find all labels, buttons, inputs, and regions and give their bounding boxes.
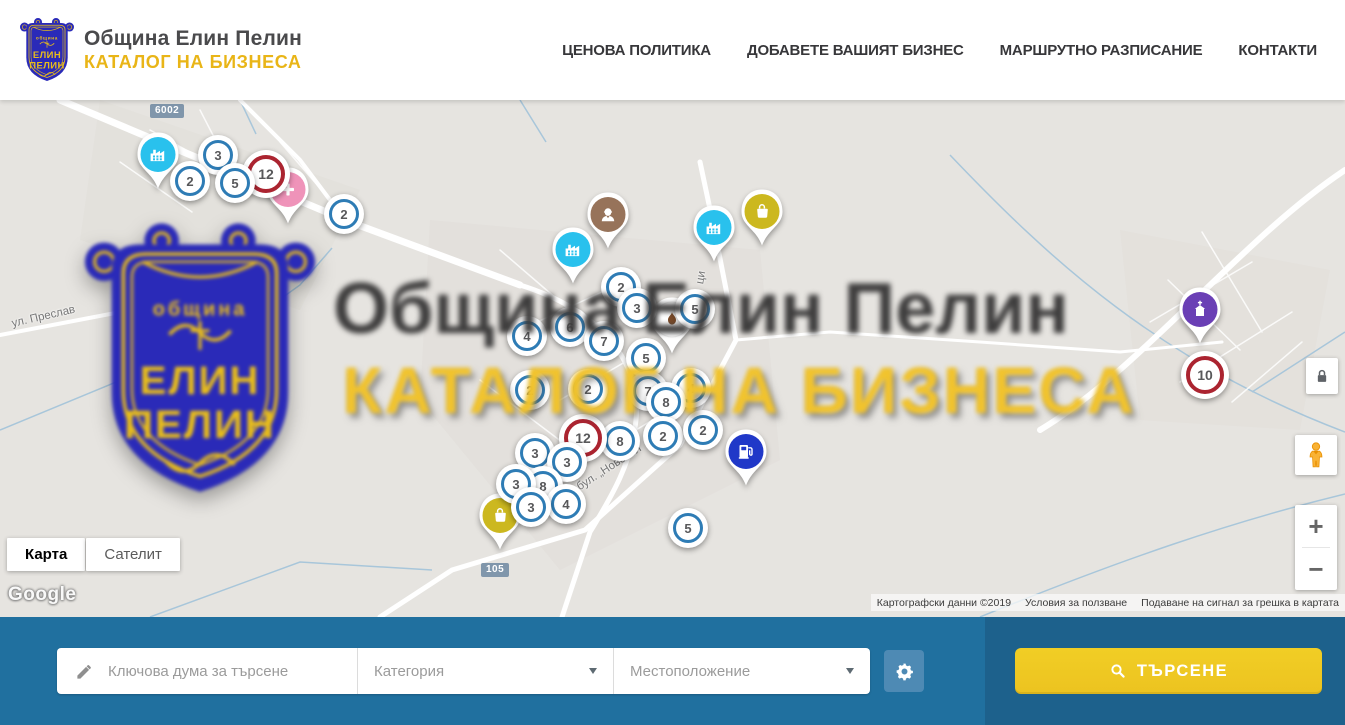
street-label: ци — [694, 270, 708, 285]
lock-button[interactable] — [1306, 358, 1338, 394]
search-bar: Категория Местоположение ТЪРСЕНЕ — [0, 617, 1345, 725]
search-button-label: ТЪРСЕНЕ — [1137, 662, 1228, 681]
chevron-down-icon — [589, 668, 597, 674]
road-number-chip: 6002 — [150, 104, 184, 118]
cluster-marker[interactable]: 2 — [324, 194, 364, 234]
gear-icon — [894, 661, 915, 682]
map-type-switcher: КартаСателит — [7, 538, 180, 571]
cluster-marker[interactable]: 2 — [170, 161, 210, 201]
lock-icon — [1312, 366, 1332, 386]
category-select[interactable]: Категория — [358, 648, 613, 694]
map-attribution: Картографски данни ©2019 Условия за ползв… — [871, 594, 1345, 611]
zoom-out-button[interactable]: − — [1295, 548, 1337, 590]
nav-link-2[interactable]: МАРШРУТНО РАЗПИСАНИЕ — [1000, 42, 1203, 59]
cluster-marker[interactable]: 5 — [215, 163, 255, 203]
cluster-marker[interactable]: 2 — [510, 370, 550, 410]
location-select-value: Местоположение — [630, 663, 750, 680]
municipality-crest-logo: община ЕЛИН ПЕЛИН — [20, 16, 74, 84]
map-pin-factory-icon[interactable] — [549, 226, 597, 293]
pegman-button[interactable] — [1295, 435, 1337, 475]
cluster-marker[interactable]: 3 — [511, 487, 551, 527]
map-type-active-button[interactable]: Карта — [7, 538, 85, 571]
google-logo[interactable]: Google — [8, 584, 76, 606]
main-nav: ЦЕНОВА ПОЛИТИКА ДОБАВЕТЕ ВАШИЯТ БИЗНЕС МАР… — [562, 42, 1317, 59]
map-pin-shopping-bag-icon[interactable] — [738, 188, 786, 255]
zoom-control: + − — [1295, 505, 1337, 590]
site-subtitle: КАТАЛОГ НА БИЗНЕСА — [84, 52, 302, 73]
keyword-field — [57, 648, 357, 694]
header: община ЕЛИН ПЕЛИН Община Елин Пелин КАТА… — [0, 0, 1345, 100]
search-button[interactable]: ТЪРСЕНЕ — [1015, 648, 1322, 694]
nav-link-0[interactable]: ЦЕНОВА ПОЛИТИКА — [562, 42, 711, 59]
pencil-icon — [75, 662, 94, 681]
map-pin-fuel-icon[interactable] — [722, 428, 770, 495]
attribution-link[interactable]: Условия за ползване — [1025, 597, 1127, 609]
cluster-marker[interactable]: 2 — [683, 410, 723, 450]
nav-link-1[interactable]: ДОБАВЕТЕ ВАШИЯТ БИЗНЕС — [747, 42, 964, 59]
attribution-link[interactable]: Подаване на сигнал за грешка в картата — [1141, 597, 1339, 609]
chevron-down-icon — [846, 668, 854, 674]
search-fields-group: Категория Местоположение — [57, 648, 870, 694]
site-title: Община Елин Пелин — [84, 27, 302, 51]
search-icon — [1109, 662, 1127, 680]
cluster-marker[interactable]: 10 — [1181, 351, 1229, 399]
cluster-marker[interactable]: 2 — [568, 369, 608, 409]
map-canvas[interactable]: ул. Преславбул. „Новоселци6002105 — [0, 100, 1345, 617]
pegman-icon — [1303, 440, 1329, 470]
cluster-marker[interactable]: 5 — [675, 289, 715, 329]
location-select[interactable]: Местоположение — [614, 648, 870, 694]
attribution-text: Картографски данни ©2019 — [877, 597, 1011, 609]
advanced-settings-button[interactable] — [884, 650, 924, 692]
cluster-marker[interactable]: 3 — [617, 288, 657, 328]
road-number-chip: 105 — [481, 563, 509, 577]
cluster-marker[interactable]: 2 — [643, 416, 683, 456]
svg-text:ЕЛИН: ЕЛИН — [33, 50, 61, 61]
map-pin-factory-icon[interactable] — [690, 204, 738, 271]
category-select-value: Категория — [374, 663, 444, 680]
cluster-marker[interactable]: 4 — [507, 316, 547, 356]
map-type-button[interactable]: Сателит — [86, 538, 180, 571]
zoom-in-button[interactable]: + — [1295, 505, 1337, 547]
svg-text:ПЕЛИН: ПЕЛИН — [29, 60, 65, 71]
cluster-marker[interactable]: 4 — [546, 484, 586, 524]
keyword-input[interactable] — [106, 662, 357, 681]
nav-link-3[interactable]: КОНТАКТИ — [1238, 42, 1317, 59]
cluster-marker[interactable]: 5 — [668, 508, 708, 548]
map-pin-church-icon[interactable] — [1176, 286, 1224, 353]
cluster-marker[interactable]: 7 — [584, 321, 624, 361]
site-logo[interactable]: община ЕЛИН ПЕЛИН Община Елин Пелин КАТА… — [20, 16, 302, 84]
